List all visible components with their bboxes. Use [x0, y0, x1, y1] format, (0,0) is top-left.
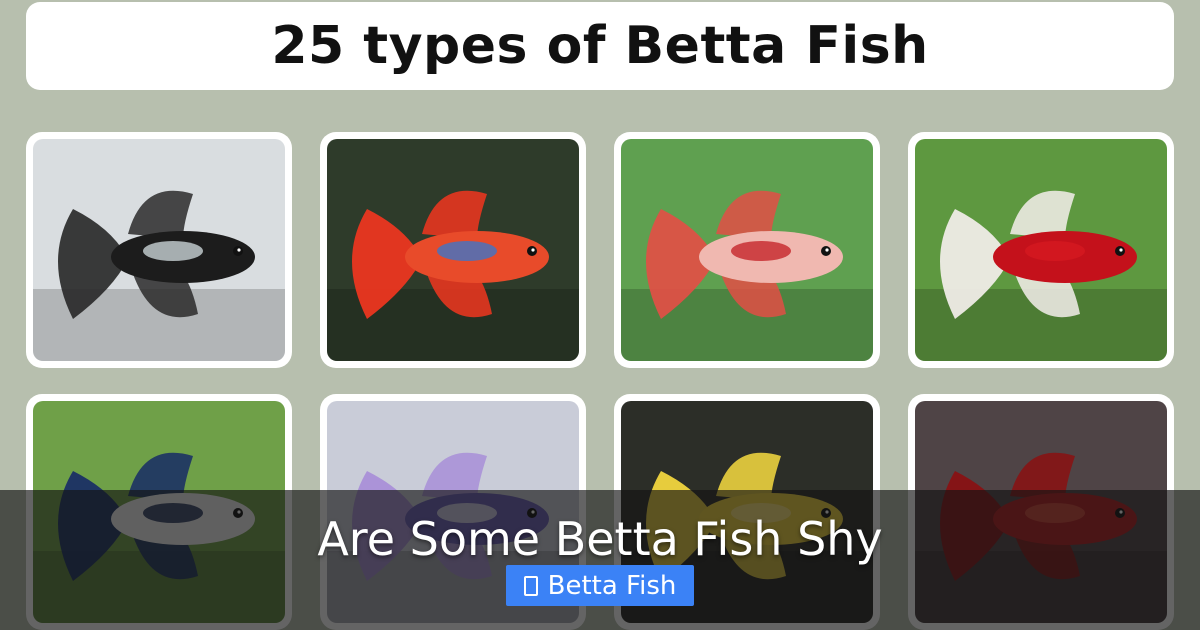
- gallery-tile-red-dragon-halfmoon-betta[interactable]: [908, 132, 1174, 368]
- fish-photo: [915, 139, 1167, 361]
- fish-photo: [621, 139, 873, 361]
- fish-photo: [327, 139, 579, 361]
- article-title: Are Some Betta Fish Shy: [317, 512, 883, 566]
- page-title: 25 types of Betta Fish: [271, 16, 929, 76]
- gallery-tile-candy-koi-betta[interactable]: [614, 132, 880, 368]
- gallery-tile-koi-galaxy-betta[interactable]: [320, 132, 586, 368]
- title-card: 25 types of Betta Fish: [26, 2, 1174, 90]
- folder-icon: [523, 575, 538, 596]
- category-label: Betta Fish: [547, 570, 677, 601]
- fish-photo: [33, 139, 285, 361]
- gallery-tile-black-samurai-betta[interactable]: [26, 132, 292, 368]
- category-button[interactable]: Betta Fish: [506, 565, 694, 606]
